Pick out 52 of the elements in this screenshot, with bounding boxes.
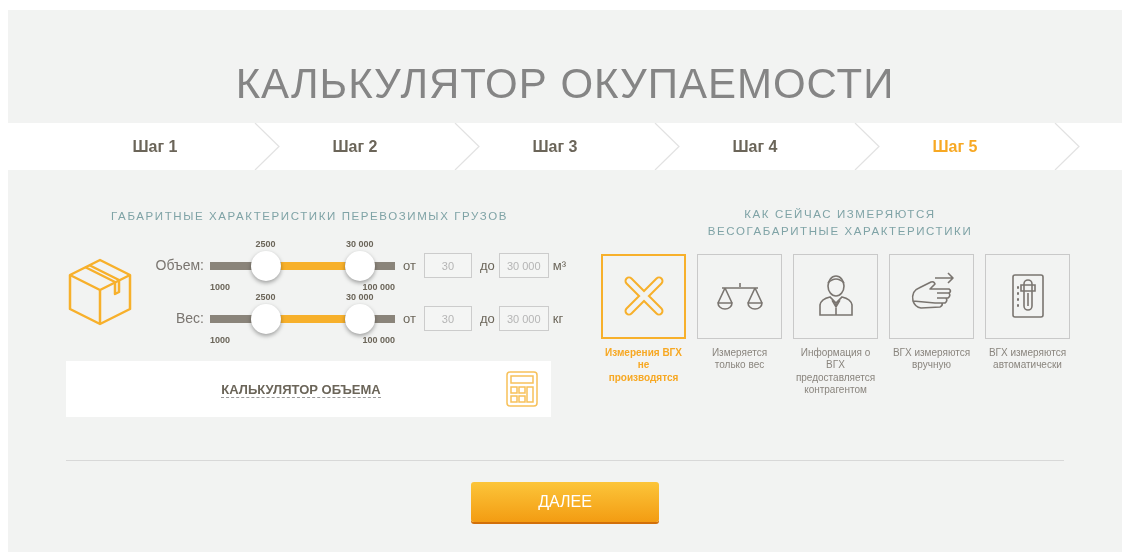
to-label: до (479, 310, 495, 328)
slider-range (280, 261, 345, 270)
range-min: 1000 (210, 281, 231, 293)
slider-thumb[interactable] (250, 303, 281, 334)
from-label: от (403, 257, 416, 275)
option-tile[interactable] (697, 253, 782, 339)
option-label: Измерения ВГХ не производятся (604, 346, 683, 384)
option-tile[interactable] (793, 253, 878, 339)
thumb-value: 2500 (255, 238, 276, 250)
to-field[interactable]: 30 000 (498, 306, 549, 332)
unit-label: м³ (552, 257, 566, 275)
step-tab[interactable]: Шаг 2 (255, 134, 455, 159)
option-label: ВГХ измеряются автоматически (987, 346, 1068, 372)
thumb-value: 30 000 (346, 238, 374, 250)
slider-range (280, 314, 345, 323)
chevron-icon (854, 123, 880, 170)
from-field[interactable]: 30 (423, 306, 472, 332)
option-tile[interactable] (601, 253, 686, 339)
thumb-value: 30 000 (346, 291, 374, 303)
step-tab[interactable]: Шаг 1 (55, 134, 255, 159)
calculator-icon[interactable] (506, 371, 538, 408)
chevron-icon (454, 123, 480, 170)
chevron-icon (654, 123, 680, 170)
section-heading: ГАБАРИТНЫЕ ХАРАКТЕРИСТИКИ ПЕРЕВОЗИМЫХ ГРУЗОВ (110, 209, 509, 224)
step-tab[interactable]: Шаг 3 (455, 134, 655, 159)
step-tab[interactable]: Шаг 5 (855, 134, 1055, 159)
option-tile[interactable] (889, 253, 974, 339)
slider-thumb[interactable] (344, 303, 375, 334)
to-field[interactable]: 30 000 (498, 253, 549, 279)
range-min: 1000 (210, 334, 231, 346)
from-label: от (403, 310, 416, 328)
slider-label: Вес: (175, 309, 205, 329)
slider-label: Объем: (154, 256, 205, 276)
slider-thumb[interactable] (344, 250, 375, 281)
slider-thumb[interactable] (250, 250, 281, 281)
to-label: до (479, 257, 495, 275)
from-field[interactable]: 30 (423, 253, 472, 279)
option-tile[interactable] (985, 253, 1070, 339)
calculator-link[interactable]: КАЛЬКУЛЯТОР ОБЪЕМА (221, 382, 381, 399)
chevron-icon (1054, 123, 1080, 170)
section-heading: КАК СЕЙЧАС ИЗМЕРЯЮТСЯ ВЕСОГАБАРИТНЫЕ ХАРАКТЕРИСТИКИ (706, 207, 974, 240)
option-label: ВГХ измеряются вручную (891, 346, 972, 372)
option-label: Информация о ВГХ предоставляется контрагентом (794, 346, 877, 397)
option-label: Измеряется только вес (710, 346, 769, 372)
step-tab[interactable]: Шаг 4 (655, 134, 855, 159)
range-max: 100 000 (362, 281, 395, 293)
page-title: КАЛЬКУЛЯТОР ОКУПАЕМОСТИ (234, 59, 896, 109)
range-max: 100 000 (362, 334, 395, 346)
next-button[interactable]: ДАЛЕЕ (471, 482, 659, 522)
chevron-icon (254, 123, 280, 170)
unit-label: кг (552, 310, 564, 328)
thumb-value: 2500 (255, 291, 276, 303)
